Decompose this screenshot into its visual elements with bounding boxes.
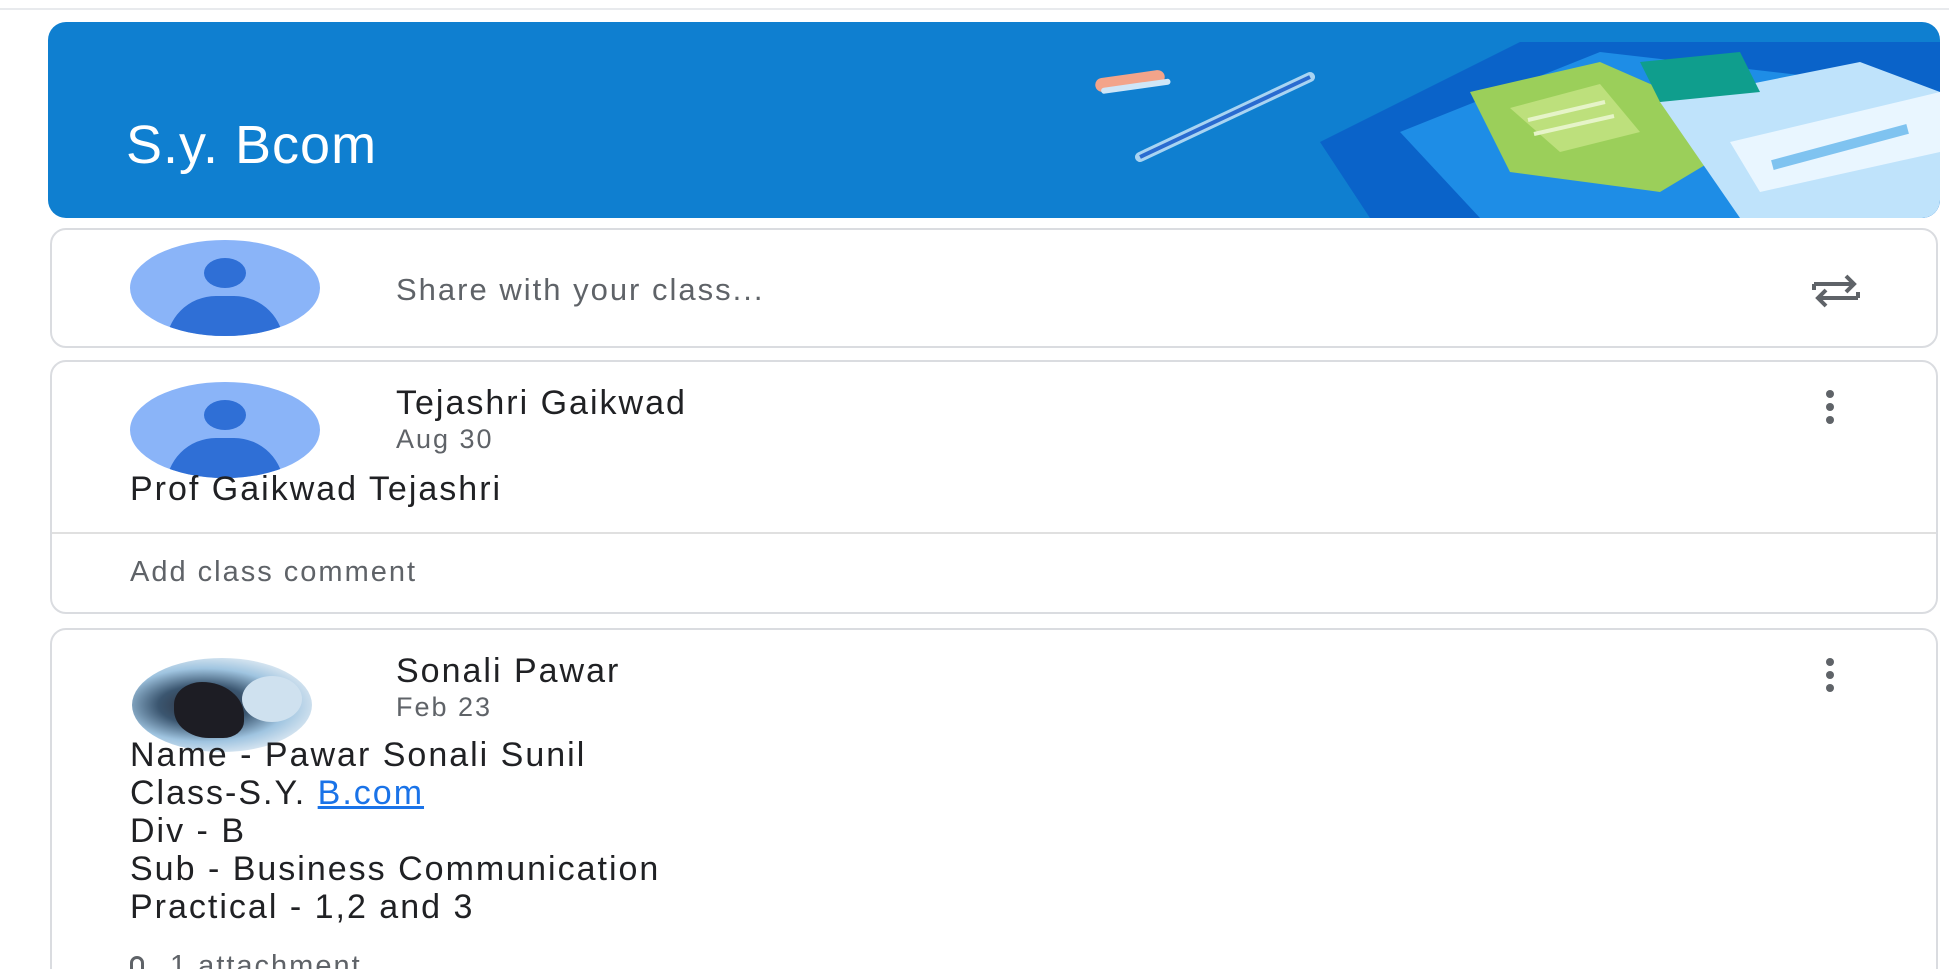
add-class-comment[interactable]: Add class comment: [130, 556, 417, 589]
class-title: S.y. Bcom: [126, 115, 378, 175]
attachment-icon: [130, 955, 144, 969]
comment-divider: [52, 532, 1936, 534]
user-avatar: [130, 240, 320, 336]
post-date: Aug 30: [396, 424, 494, 454]
post-card: Tejashri Gaikwad Aug 30 Prof Gaikwad Tej…: [50, 360, 1938, 614]
attachment-count: 1 attachment: [170, 950, 362, 969]
post-line-div: Div - B: [130, 812, 246, 850]
attachment-row[interactable]: 1 attachment: [130, 950, 362, 969]
post-line-class: Class-S.Y. B.com: [130, 774, 425, 812]
post-text: Prof Gaikwad Tejashri: [130, 470, 503, 508]
classroom-stream: S.y. Bcom Share with your class... Tejas…: [0, 0, 1949, 969]
share-card[interactable]: Share with your class...: [50, 228, 1938, 348]
post-body: Name - Pawar Sonali Sunil Class-S.Y. B.c…: [130, 736, 660, 926]
banner-illustration: [1095, 42, 1940, 218]
post-line-name: Name - Pawar Sonali Sunil: [130, 736, 587, 774]
more-vert-icon[interactable]: [1826, 390, 1836, 426]
post-card: Sonali Pawar Feb 23 Name - Pawar Sonali …: [50, 628, 1938, 969]
post-author: Tejashri Gaikwad: [396, 384, 687, 422]
class-banner: S.y. Bcom: [48, 22, 1940, 218]
share-input[interactable]: Share with your class...: [396, 272, 764, 308]
top-divider: [0, 8, 1949, 10]
more-vert-icon[interactable]: [1826, 658, 1836, 694]
post-line-practical: Practical - 1,2 and 3: [130, 888, 475, 926]
author-avatar: [130, 382, 320, 478]
post-author: Sonali Pawar: [396, 652, 621, 690]
post-date: Feb 23: [396, 692, 493, 722]
post-line-sub: Sub - Business Communication: [130, 850, 661, 888]
repost-icon[interactable]: [1808, 268, 1864, 312]
class-link[interactable]: B.com: [318, 774, 424, 812]
